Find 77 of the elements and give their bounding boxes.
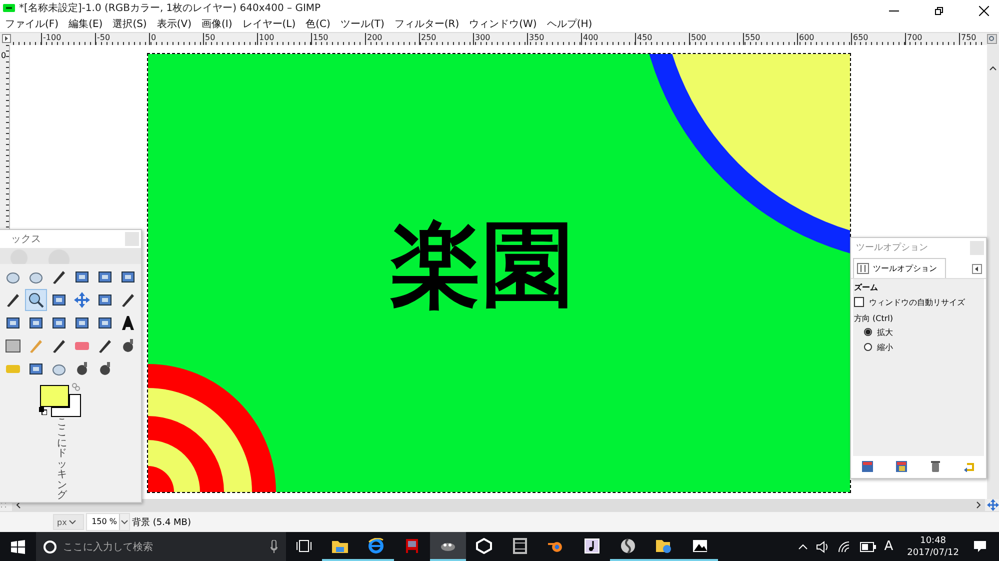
background-color-swatch[interactable]: [51, 394, 81, 417]
dock-hint: ここにドッキング: [57, 418, 67, 502]
menu-item[interactable]: フィルター(R): [394, 17, 460, 32]
notification-icon[interactable]: [973, 540, 987, 554]
battery-icon[interactable]: [860, 542, 876, 552]
trash-icon[interactable]: [930, 461, 941, 472]
move-icon: [74, 292, 90, 308]
caret-icon[interactable]: [121, 520, 128, 525]
group-label: 方向 (Ctrl): [854, 312, 894, 324]
radio-option[interactable]: 拡大: [854, 326, 893, 339]
layer-info: 背景 (5.4 MB): [132, 516, 191, 529]
photos-icon: [691, 538, 709, 554]
menu-item[interactable]: 選択(S): [112, 17, 147, 32]
auto-resize-checkbox[interactable]: ウィンドウの自動リサイズ: [854, 296, 965, 309]
windows-logo-icon: [11, 540, 25, 554]
tab-label: ツールオプション: [873, 262, 937, 274]
ruler-label: 0: [0, 50, 8, 60]
music-note-icon: [583, 538, 601, 554]
menu-item[interactable]: ウィンドウ(W): [469, 17, 537, 32]
menu-item[interactable]: 表示(V): [156, 17, 192, 32]
taskbar-app-button[interactable]: [430, 532, 466, 561]
tool-button[interactable]: [25, 288, 47, 311]
default-colors-icon[interactable]: [39, 406, 47, 415]
scroll-right-icon[interactable]: [976, 501, 982, 510]
window-title: *[名称未設定]-1.0 (RGBカラー, 1枚のレイヤー) 640x400 – GIMP: [19, 2, 321, 16]
image-text: 楽園: [390, 214, 574, 316]
text-tool-icon: [120, 314, 136, 331]
menu-item[interactable]: ヘルプ(H): [546, 17, 592, 32]
circle-icon: [43, 540, 57, 554]
panel-tab[interactable]: ツールオプション: [853, 258, 946, 278]
ime-indicator[interactable]: A: [884, 539, 894, 554]
caret-icon: [68, 520, 76, 525]
zoom-icon: [28, 292, 44, 308]
save-icon[interactable]: [862, 461, 874, 472]
pencil-icon: [28, 338, 44, 354]
sliders-icon: [857, 262, 869, 274]
image-canvas[interactable]: 楽園: [148, 54, 850, 492]
foreground-color-swatch[interactable]: [40, 384, 69, 407]
sphere-icon: [619, 538, 637, 554]
cloud-folder-icon: [655, 538, 673, 554]
ink-icon: [120, 338, 136, 354]
section-title: ズーム: [854, 282, 878, 293]
menu-item[interactable]: 編集(E): [68, 17, 103, 32]
menu-item[interactable]: 色(C): [306, 17, 330, 32]
reset-icon[interactable]: [964, 461, 975, 472]
move-icon[interactable]: [987, 499, 999, 512]
menu-item[interactable]: レイヤー(L): [242, 17, 296, 32]
microphone-icon[interactable]: [270, 540, 278, 554]
zoom-field[interactable]: 150 %: [86, 513, 130, 532]
scroll-up-icon[interactable]: [989, 64, 997, 71]
clock-time[interactable]: 10:48: [920, 534, 946, 547]
search-field[interactable]: ここに入力して検索: [36, 532, 286, 561]
unit-dropdown[interactable]: px: [53, 514, 84, 530]
radio-option[interactable]: 縮小: [854, 340, 893, 354]
cube-logo-icon: [475, 538, 493, 554]
film-icon: [511, 538, 529, 554]
close-icon[interactable]: [979, 6, 989, 16]
vertical-scrollbar[interactable]: [987, 44, 999, 500]
clock-date[interactable]: 2017/07/12: [907, 546, 959, 559]
horizontal-scrollbar[interactable]: [12, 499, 985, 512]
gradient-icon: [5, 338, 21, 354]
menu-item[interactable]: ファイル(F): [5, 17, 59, 32]
speaker-icon[interactable]: [816, 540, 830, 553]
robot-icon: [403, 538, 421, 554]
browser-icon: [367, 538, 385, 554]
app-icon: [3, 4, 15, 12]
menu-item[interactable]: 画像(I): [202, 17, 232, 32]
menu-arrow-icon[interactable]: [2, 34, 11, 44]
panel-title: ツールオプション: [856, 241, 928, 254]
panel-title: ックス: [11, 233, 41, 246]
menu-item[interactable]: ツール(T): [340, 17, 384, 32]
restore-icon[interactable]: [934, 6, 944, 16]
navigate-icon[interactable]: [987, 34, 997, 44]
scroll-left-icon[interactable]: [15, 501, 21, 510]
chevron-up-icon[interactable]: [798, 544, 808, 550]
task-view-icon: [296, 540, 312, 552]
restore-preset-icon[interactable]: [896, 461, 908, 472]
